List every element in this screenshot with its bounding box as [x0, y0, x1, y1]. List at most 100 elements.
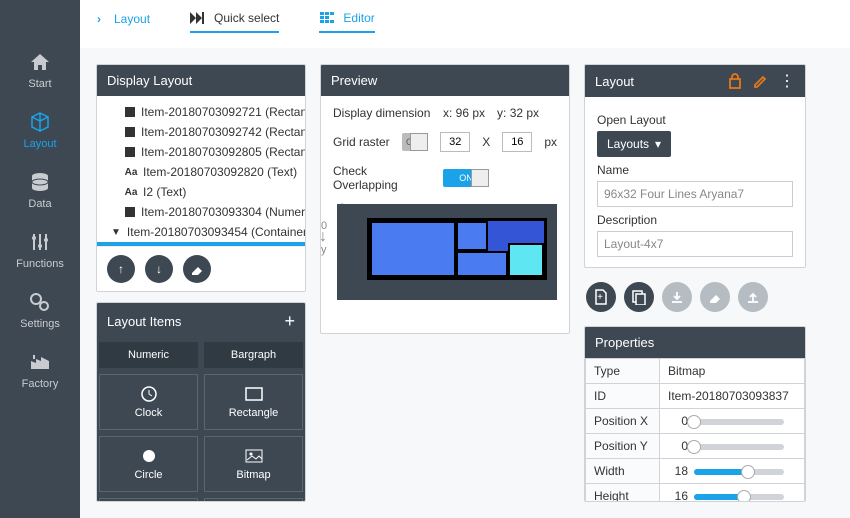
overlap-toggle[interactable]: ON	[443, 169, 489, 187]
svg-text:+: +	[597, 292, 603, 303]
erase-button[interactable]	[183, 255, 211, 283]
move-up-button[interactable]: ↑	[107, 255, 135, 283]
layout-items-grid: Numeric Bargraph Clock Rectangle Circle Bitma…	[97, 340, 305, 502]
sidebar-item-settings[interactable]: Settings	[0, 280, 80, 340]
desc-input[interactable]	[597, 231, 793, 257]
prop-slider[interactable]	[694, 494, 784, 500]
preview-canvas[interactable]	[367, 218, 547, 280]
item-label: Rectangle	[229, 407, 279, 419]
tree-row[interactable]: ▼ Item-20180703093454 (Container)	[97, 222, 305, 242]
prop-key: Height	[586, 484, 660, 503]
edit-icon[interactable]	[753, 73, 769, 89]
item-label: Circle	[134, 469, 162, 481]
sliders-icon	[28, 230, 52, 254]
panel-title: Preview	[331, 73, 377, 88]
prop-row: Height16	[586, 484, 805, 503]
grid-a-input[interactable]	[440, 132, 470, 152]
layout-item[interactable]: Numeric	[99, 342, 198, 368]
add-item-button[interactable]: +	[284, 311, 295, 332]
layout-item[interactable]: Rectangle	[204, 374, 303, 430]
prop-val[interactable]: 0	[660, 409, 805, 434]
tree-label: Item-20180703092721 (Rectangle)	[141, 105, 305, 119]
prop-val[interactable]: 16	[660, 484, 805, 503]
prop-slider[interactable]	[694, 419, 784, 425]
menu-icon[interactable]: ⋮	[779, 73, 795, 89]
topnav-editor[interactable]: Editor	[319, 11, 374, 33]
layout-item[interactable]: Circle	[99, 436, 198, 492]
name-input[interactable]	[597, 181, 793, 207]
move-down-button[interactable]: ↓	[145, 255, 173, 283]
layout-item[interactable]	[204, 498, 303, 502]
tree-row[interactable]: Item-20180703092721 (Rectangle)	[97, 102, 305, 122]
tree-icon: ▼	[111, 226, 121, 238]
tree-label: Item-20180703093454 (Container)	[127, 225, 305, 239]
prop-row: TypeBitmap	[586, 359, 805, 384]
prop-slider[interactable]	[694, 469, 784, 475]
prop-val[interactable]: Item-20180703093837	[660, 384, 805, 409]
tree-label: Item-20180703092820 (Text)	[143, 165, 297, 179]
gears-icon	[28, 290, 52, 314]
tree-icon	[125, 106, 135, 118]
tree-row[interactable]: Item-20180703092742 (Rectangle)	[97, 122, 305, 142]
tree-label: Item-20180703092742 (Rectangle)	[141, 125, 305, 139]
prop-val[interactable]: Bitmap	[660, 359, 805, 384]
tree-label: Item-20180703092805 (Rectangle)	[141, 145, 305, 159]
tree-row[interactable]: Item-20180703092805 (Rectangle)	[97, 142, 305, 162]
name-label: Name	[597, 163, 793, 177]
layout-item[interactable]: Bitmap	[204, 436, 303, 492]
sidebar-item-functions[interactable]: Functions	[0, 220, 80, 280]
item-icon	[140, 385, 158, 403]
dim-x: x: 96 px	[443, 106, 485, 120]
sidebar-item-label: Factory	[0, 378, 80, 390]
cube-icon	[28, 110, 52, 134]
layout-item[interactable]	[99, 498, 198, 502]
topnav-quickselect[interactable]: Quick select	[190, 11, 279, 33]
item-label: Bitmap	[236, 469, 270, 481]
upload-button[interactable]	[738, 282, 768, 312]
tree-row[interactable]: Item-20180703093304 (Numeric)	[97, 202, 305, 222]
panel-title: Layout Items	[107, 314, 181, 329]
lock-icon[interactable]	[727, 73, 743, 89]
layout-item[interactable]: Clock	[99, 374, 198, 430]
item-icon	[141, 447, 157, 465]
sidebar-item-start[interactable]: Start	[0, 40, 80, 100]
prop-key: Width	[586, 459, 660, 484]
prop-slider[interactable]	[694, 444, 784, 450]
item-icon	[245, 447, 263, 465]
topnav-layout[interactable]: › Layout	[90, 12, 150, 32]
copy-button[interactable]	[624, 282, 654, 312]
tree-icon	[125, 126, 135, 138]
open-layout-label: Open Layout	[597, 113, 793, 127]
item-label: Numeric	[128, 349, 169, 361]
grid-toggle[interactable]: OFF	[402, 133, 429, 151]
sidebar-item-label: Settings	[0, 318, 80, 330]
panel-title: Display Layout	[107, 73, 192, 88]
sidebar-item-factory[interactable]: Factory	[0, 340, 80, 400]
prop-val[interactable]: 0	[660, 434, 805, 459]
sidebar-item-layout[interactable]: Layout	[0, 100, 80, 160]
sidebar-item-data[interactable]: Data	[0, 160, 80, 220]
new-button[interactable]: +	[586, 282, 616, 312]
erase2-button[interactable]	[700, 282, 730, 312]
sidebar-item-label: Start	[0, 78, 80, 90]
item-icon	[245, 385, 263, 403]
download-button[interactable]	[662, 282, 692, 312]
topnav-label: Quick select	[214, 11, 279, 25]
grid-icon	[319, 11, 337, 25]
topnav-label: Editor	[343, 11, 374, 25]
item-label: Bargraph	[231, 349, 276, 361]
grid-b-input[interactable]	[502, 132, 532, 152]
prop-key: Position Y	[586, 434, 660, 459]
prop-key: Position X	[586, 409, 660, 434]
layout-item[interactable]: Bargraph	[204, 342, 303, 368]
tree-row[interactable]: AaItem-20180703092820 (Text)	[97, 162, 305, 182]
prop-key: ID	[586, 384, 660, 409]
arrow-down-icon: ↓	[320, 228, 327, 246]
dim-label: Display dimension	[333, 106, 431, 120]
tree-row[interactable]: AaI2 (Text)	[97, 182, 305, 202]
layouts-dropdown[interactable]: Layouts▾	[597, 131, 671, 157]
tree-label: I2 (Text)	[143, 185, 186, 199]
prop-val[interactable]: 18	[660, 459, 805, 484]
chevron-right-icon: ›	[90, 12, 108, 26]
grid-label: Grid raster	[333, 135, 390, 149]
